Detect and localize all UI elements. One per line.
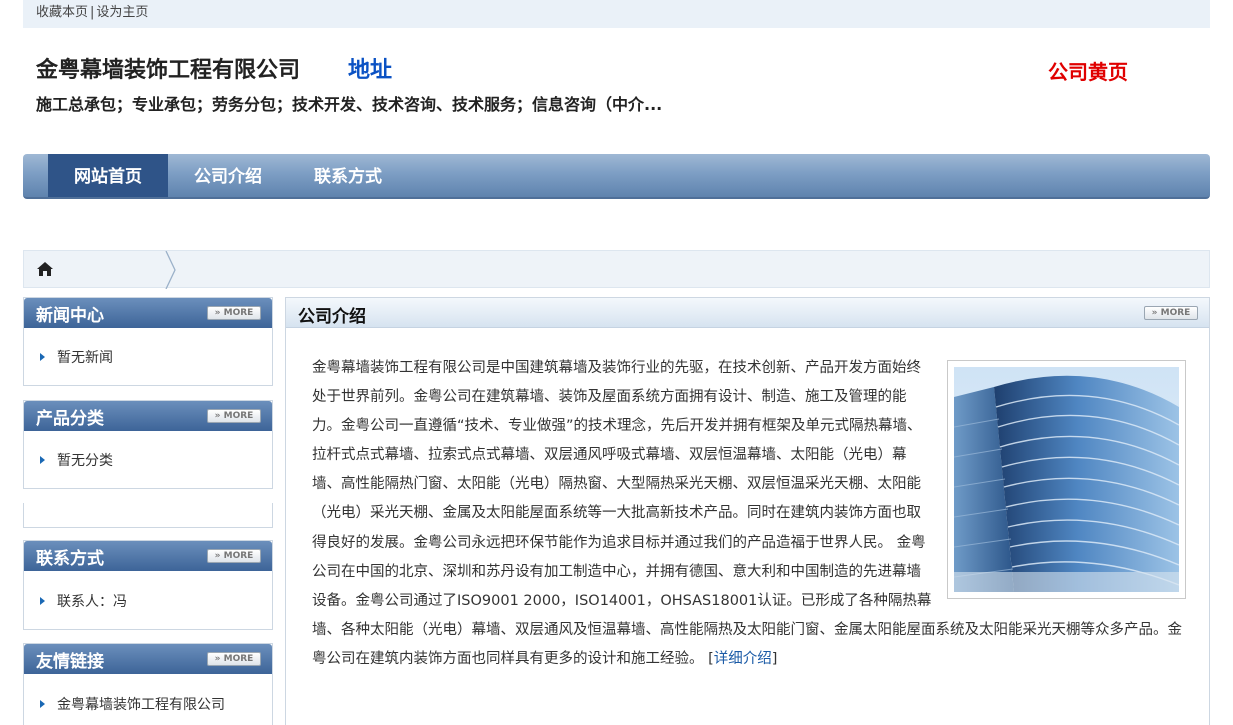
triangle-bullet-icon bbox=[40, 700, 45, 708]
triangle-bullet-icon bbox=[40, 353, 45, 361]
list-item: 金粤幕墙装饰工程有限公司 bbox=[40, 694, 225, 714]
address-link[interactable]: 地址 bbox=[348, 52, 392, 84]
products-title: 产品分类 bbox=[36, 409, 104, 429]
yellow-pages-link[interactable]: 公司黄页 bbox=[1048, 56, 1128, 85]
home-icon[interactable] bbox=[37, 262, 53, 276]
main-nav: 网站首页 公司介绍 联系方式 bbox=[23, 154, 1210, 199]
triangle-bullet-icon bbox=[40, 597, 45, 605]
intro-more-button[interactable]: » MORE bbox=[1144, 306, 1198, 320]
nav-contact[interactable]: 联系方式 bbox=[288, 154, 408, 197]
chevron-right-icon bbox=[165, 251, 176, 289]
building-photo bbox=[947, 360, 1186, 599]
empty-box bbox=[23, 503, 273, 528]
nav-about[interactable]: 公司介绍 bbox=[168, 154, 288, 197]
products-box: 产品分类 » MORE 暂无分类 bbox=[23, 400, 273, 489]
contact-box: 联系方式 » MORE 联系人：冯 bbox=[23, 540, 273, 630]
nav-home[interactable]: 网站首页 bbox=[48, 154, 168, 197]
intro-body: 金粤幕墙装饰工程有限公司是中国建筑幕墙及装饰行业的先驱，在技术创新、产品开发方面… bbox=[312, 354, 1186, 674]
list-item: 联系人：冯 bbox=[40, 591, 127, 611]
building-photo-image bbox=[954, 367, 1179, 592]
breadcrumb bbox=[23, 250, 1210, 289]
set-homepage-link[interactable]: 设为主页 bbox=[96, 5, 148, 20]
topbar-separator: | bbox=[90, 5, 95, 20]
contact-more-button[interactable]: » MORE bbox=[207, 549, 261, 563]
business-scope: 施工总承包；专业承包；劳务分包；技术开发、技术咨询、技术服务；信息咨询（中介..… bbox=[36, 95, 663, 114]
news-box: 新闻中心 » MORE 暂无新闻 bbox=[23, 297, 273, 386]
list-item: 暂无新闻 bbox=[40, 347, 113, 367]
company-name: 金粤幕墙装饰工程有限公司 bbox=[36, 58, 301, 83]
top-bar: 收藏本页 | 设为主页 bbox=[23, 0, 1210, 28]
triangle-bullet-icon bbox=[40, 456, 45, 464]
company-intro-panel: 公司介绍 » MORE 金粤幕墙装饰工程有限公司是中国建筑幕墙及装饰行业的先驱，… bbox=[285, 297, 1210, 725]
bookmark-link[interactable]: 收藏本页 bbox=[36, 5, 88, 20]
news-title: 新闻中心 bbox=[36, 306, 104, 326]
products-more-button[interactable]: » MORE bbox=[207, 409, 261, 423]
intro-title: 公司介绍 bbox=[298, 307, 366, 327]
links-box: 友情链接 » MORE 金粤幕墙装饰工程有限公司 bbox=[23, 643, 273, 725]
links-title: 友情链接 bbox=[36, 652, 104, 672]
friend-link[interactable]: 金粤幕墙装饰工程有限公司 bbox=[57, 697, 225, 713]
contact-title: 联系方式 bbox=[36, 549, 104, 569]
links-more-button[interactable]: » MORE bbox=[207, 652, 261, 666]
list-item: 暂无分类 bbox=[40, 450, 113, 470]
detail-link[interactable]: 详细介绍 bbox=[714, 651, 772, 667]
news-more-button[interactable]: » MORE bbox=[207, 306, 261, 320]
